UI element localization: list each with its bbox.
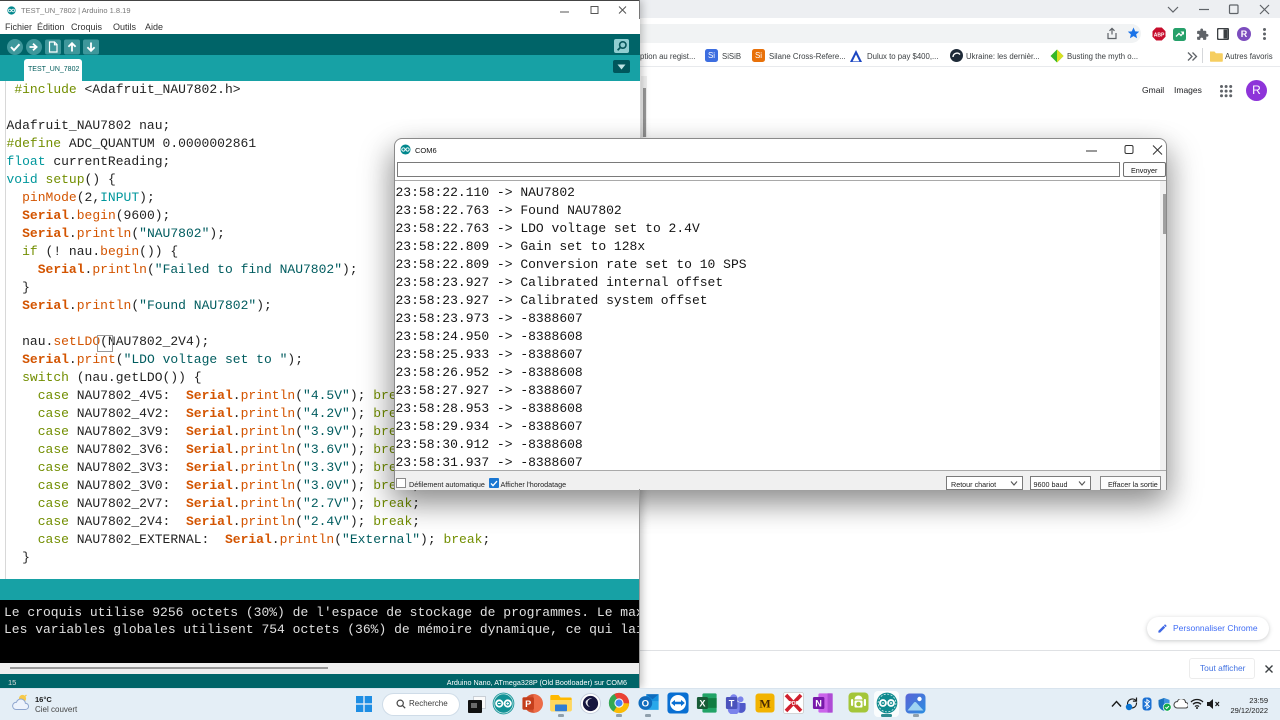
svg-text:PDF: PDF [789,701,799,707]
svg-text:P: P [525,698,531,708]
svg-text:X: X [699,698,706,708]
svg-text:T: T [728,698,734,708]
svg-text:O: O [641,699,649,710]
svg-text:ABP: ABP [1154,32,1165,38]
svg-text:M: M [759,696,770,710]
svg-text:N: N [815,698,822,708]
